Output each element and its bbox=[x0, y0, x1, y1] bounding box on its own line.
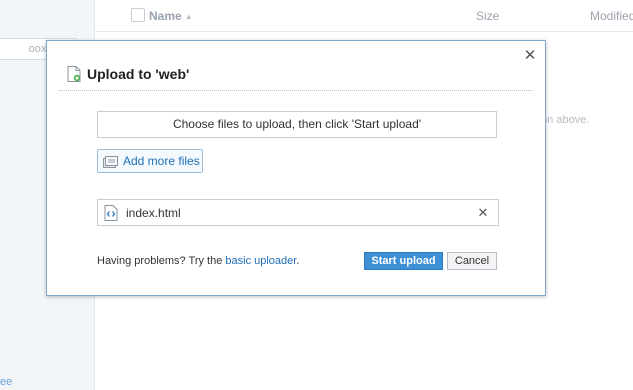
column-name-header[interactable]: Name ▲ bbox=[149, 9, 193, 23]
dialog-divider bbox=[59, 90, 533, 91]
file-name: index.html bbox=[126, 205, 181, 220]
basic-uploader-link[interactable]: basic uploader bbox=[225, 255, 296, 267]
file-list-item: index.html ✕ bbox=[97, 199, 499, 226]
add-files-icon bbox=[103, 155, 119, 168]
problems-prefix: Having problems? Try the bbox=[97, 255, 226, 267]
file-drop-zone[interactable]: Choose files to upload, then click 'Star… bbox=[97, 111, 497, 138]
upload-dialog: ✕ Upload to 'web' Choose files to upload… bbox=[46, 40, 546, 296]
add-more-files-label: Add more files bbox=[123, 154, 200, 168]
file-list-header: Name ▲ Size Modified bbox=[95, 0, 633, 32]
upload-file-icon bbox=[67, 66, 81, 82]
code-file-icon bbox=[104, 204, 118, 221]
problems-text: Having problems? Try the basic uploader. bbox=[97, 255, 299, 267]
sidebar-footer-link[interactable]: ee bbox=[0, 376, 12, 388]
add-more-files-button[interactable]: Add more files bbox=[97, 149, 203, 173]
dialog-title-row: Upload to 'web' bbox=[67, 65, 189, 83]
close-icon[interactable]: ✕ bbox=[523, 48, 537, 63]
start-upload-button[interactable]: Start upload bbox=[364, 252, 443, 270]
select-all-checkbox[interactable] bbox=[131, 8, 145, 22]
dialog-title: Upload to 'web' bbox=[87, 66, 190, 82]
sort-up-icon: ▲ bbox=[184, 12, 193, 21]
cancel-button[interactable]: Cancel bbox=[447, 252, 497, 270]
column-modified-header[interactable]: Modified bbox=[590, 9, 633, 23]
problems-suffix: . bbox=[296, 255, 300, 267]
remove-file-icon[interactable]: ✕ bbox=[476, 205, 490, 221]
column-size-header[interactable]: Size bbox=[476, 9, 499, 23]
column-name-label: Name bbox=[149, 9, 182, 23]
